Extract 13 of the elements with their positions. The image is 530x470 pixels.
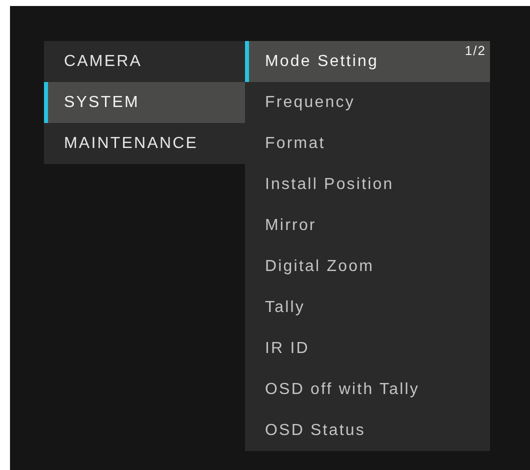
menu-item[interactable]: Frequency — [245, 82, 490, 123]
menu-item[interactable]: OSD Status — [245, 410, 490, 451]
menu-item[interactable]: CAMERA — [44, 41, 245, 82]
menu-item[interactable]: MAINTENANCE — [44, 123, 245, 164]
page-indicator: 1/2 — [464, 43, 486, 58]
menu-item[interactable]: OSD off with Tally — [245, 369, 490, 410]
menu-item[interactable]: Tally — [245, 287, 490, 328]
menu-item[interactable]: Mirror — [245, 205, 490, 246]
menu-item[interactable]: Format — [245, 123, 490, 164]
menu-item[interactable]: Install Position — [245, 164, 490, 205]
menu-item[interactable]: SYSTEM — [44, 82, 245, 123]
menu-item[interactable]: IR ID — [245, 328, 490, 369]
menu-item[interactable]: Digital Zoom — [245, 246, 490, 287]
